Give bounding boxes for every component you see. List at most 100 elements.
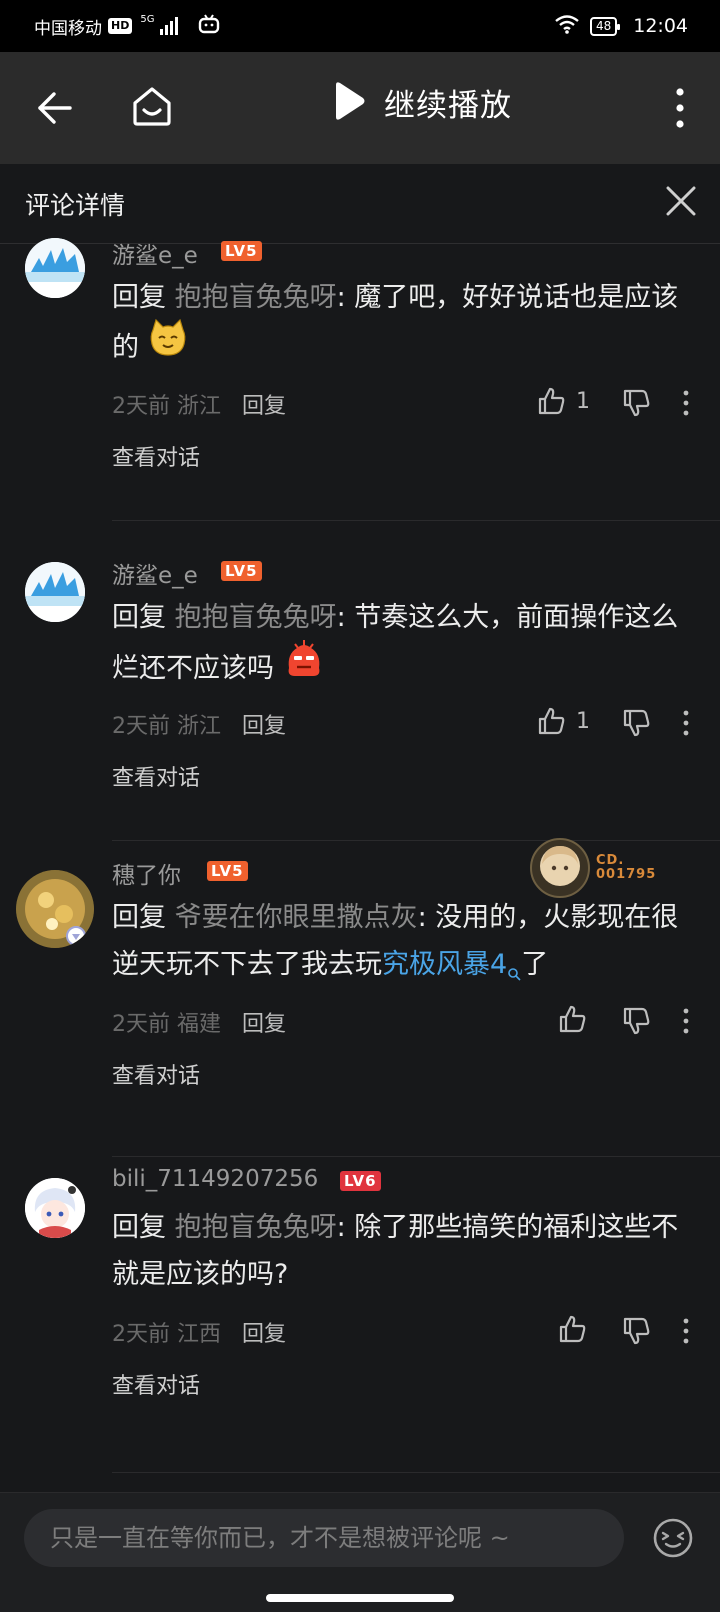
- comment-time: 2天前: [112, 714, 170, 739]
- fan-badge-avatar-icon: [530, 838, 590, 898]
- avatar[interactable]: [25, 1178, 85, 1238]
- thumbs-up-icon: [559, 1315, 586, 1343]
- clock: 12:04: [633, 15, 688, 37]
- comment-item: 穗了你 LV5 CD. 001795 回复 爷要在你眼里撒点灰: 没用的，火影现…: [0, 838, 720, 1162]
- level-badge: LV6: [340, 1171, 381, 1191]
- signal-icon: [160, 17, 179, 35]
- level-badge: LV5: [221, 561, 262, 581]
- divider: [112, 520, 720, 521]
- comment-time: 2天前: [112, 1322, 170, 1347]
- comment-item: 游鲨e_e LV5 回复 抱抱盲兔兔呀: 节奏这么大，前面操作这么烂还不应该吗 …: [0, 556, 720, 841]
- comment-text: 回复 爷要在你眼里撒点灰: 没用的，火影现在很逆天玩不下去了我去玩究极风暴4 了: [112, 894, 692, 996]
- search-keyword-link[interactable]: 究极风暴4: [382, 949, 507, 980]
- thumbs-up-icon: [559, 1005, 586, 1033]
- username[interactable]: 穗了你: [112, 856, 181, 890]
- angry-emoji-icon: [283, 638, 325, 695]
- level-badge: LV5: [207, 861, 248, 881]
- home-indicator[interactable]: [266, 1594, 454, 1602]
- wifi-icon: [554, 14, 580, 39]
- dislike-button[interactable]: [621, 1006, 651, 1040]
- comment-time: 2天前: [112, 394, 170, 419]
- reply-button[interactable]: 回复: [242, 1012, 286, 1037]
- comment-more-icon[interactable]: [682, 1008, 690, 1038]
- comment-meta: 2天前 浙江 回复: [112, 708, 286, 740]
- comment-more-icon[interactable]: [682, 710, 690, 740]
- dislike-button[interactable]: [621, 708, 651, 742]
- view-conversation-link[interactable]: 查看对话: [112, 760, 200, 792]
- reply-prefix: 回复: [112, 602, 166, 633]
- search-keyword-icon[interactable]: [507, 949, 521, 996]
- reply-button[interactable]: 回复: [242, 394, 286, 419]
- like-button[interactable]: [557, 1004, 587, 1034]
- view-conversation-link[interactable]: 查看对话: [112, 440, 200, 472]
- close-icon[interactable]: [666, 186, 696, 220]
- thumbs-down-icon: [623, 1007, 650, 1035]
- dislike-button[interactable]: [621, 388, 651, 422]
- view-conversation-link[interactable]: 查看对话: [112, 1058, 200, 1090]
- page-title: 评论详情: [25, 191, 126, 220]
- thumbs-down-icon: [623, 1317, 650, 1345]
- comment-meta: 2天前 福建 回复: [112, 1006, 286, 1038]
- reply-button[interactable]: 回复: [242, 714, 286, 739]
- comment-body-tail: 了: [521, 949, 549, 980]
- cat-emoji-icon: [148, 318, 188, 373]
- reply-button[interactable]: 回复: [242, 1322, 286, 1347]
- divider: [112, 1156, 720, 1157]
- level-badge: LV5: [221, 241, 262, 261]
- emoji-icon[interactable]: [652, 1517, 694, 1563]
- like-count: 1: [576, 388, 590, 414]
- comment-location: 江西: [177, 1322, 222, 1347]
- comment-time: 2天前: [112, 1012, 170, 1037]
- view-conversation-link[interactable]: 查看对话: [112, 1368, 200, 1400]
- more-vertical-icon[interactable]: [666, 87, 694, 129]
- thumbs-up-icon: [538, 707, 565, 735]
- reply-target-user[interactable]: 抱抱盲兔兔呀: [175, 282, 337, 313]
- fan-badge-line2: 001795: [596, 867, 657, 882]
- top-navigation: 继续播放: [0, 52, 720, 164]
- dislike-button[interactable]: [621, 1316, 651, 1350]
- reply-prefix: 回复: [112, 902, 166, 933]
- comment-more-icon[interactable]: [682, 1318, 690, 1348]
- thumbs-up-icon: [538, 387, 565, 415]
- reply-target-user[interactable]: 抱抱盲兔兔呀: [175, 1212, 337, 1243]
- username[interactable]: 游鲨e_e: [112, 236, 198, 270]
- hd-badge: HD: [108, 18, 133, 34]
- avatar[interactable]: [16, 870, 94, 948]
- username[interactable]: 游鲨e_e: [112, 556, 198, 590]
- comment-item: bili_71149207256 LV6 回复 抱抱盲兔兔呀: 除了那些搞笑的福…: [0, 1166, 720, 1473]
- continue-play-button[interactable]: 继续播放: [332, 80, 512, 125]
- avatar[interactable]: [25, 238, 85, 298]
- home-icon[interactable]: [130, 84, 174, 128]
- comment-text: 回复 抱抱盲兔兔呀: 魔了吧，好好说话也是应该的: [112, 274, 692, 376]
- fan-badge-line1: CD.: [596, 853, 625, 868]
- back-arrow-icon[interactable]: [36, 88, 76, 128]
- comment-input[interactable]: 只是一直在等你而已，才不是想被评论呢 ~: [24, 1509, 624, 1567]
- comment-meta: 2天前 江西 回复: [112, 1316, 286, 1348]
- like-button[interactable]: 1: [536, 706, 590, 736]
- comment-location: 福建: [177, 1012, 222, 1037]
- like-count: 1: [576, 708, 590, 734]
- thumbs-down-icon: [623, 709, 650, 737]
- thumbs-down-icon: [623, 389, 650, 417]
- avatar[interactable]: [25, 562, 85, 622]
- comment-text: 回复 抱抱盲兔兔呀: 除了那些搞笑的福利这些不就是应该的吗?: [112, 1204, 692, 1298]
- reply-target-user[interactable]: 爷要在你眼里撒点灰: [175, 902, 418, 933]
- comment-meta: 2天前 浙江 回复: [112, 388, 286, 420]
- reply-prefix: 回复: [112, 1212, 166, 1243]
- comment-location: 浙江: [177, 394, 222, 419]
- comment-item: 游鲨e_e LV5 回复 抱抱盲兔兔呀: 魔了吧，好好说话也是应该的 2天前 浙…: [0, 236, 720, 521]
- comment-location: 浙江: [177, 714, 222, 739]
- divider: [112, 1472, 720, 1473]
- fan-badge[interactable]: CD. 001795: [530, 838, 656, 898]
- carrier-label: 中国移动: [34, 18, 102, 39]
- comment-detail-header: 评论详情: [0, 164, 720, 244]
- username[interactable]: bili_71149207256: [112, 1166, 318, 1192]
- continue-play-label: 继续播放: [384, 88, 512, 124]
- like-button[interactable]: 1: [536, 386, 590, 416]
- reply-target-user[interactable]: 抱抱盲兔兔呀: [175, 602, 337, 633]
- network-type: 5G: [140, 13, 155, 25]
- play-icon: [332, 81, 366, 125]
- reply-prefix: 回复: [112, 282, 166, 313]
- comment-more-icon[interactable]: [682, 390, 690, 420]
- like-button[interactable]: [557, 1314, 587, 1344]
